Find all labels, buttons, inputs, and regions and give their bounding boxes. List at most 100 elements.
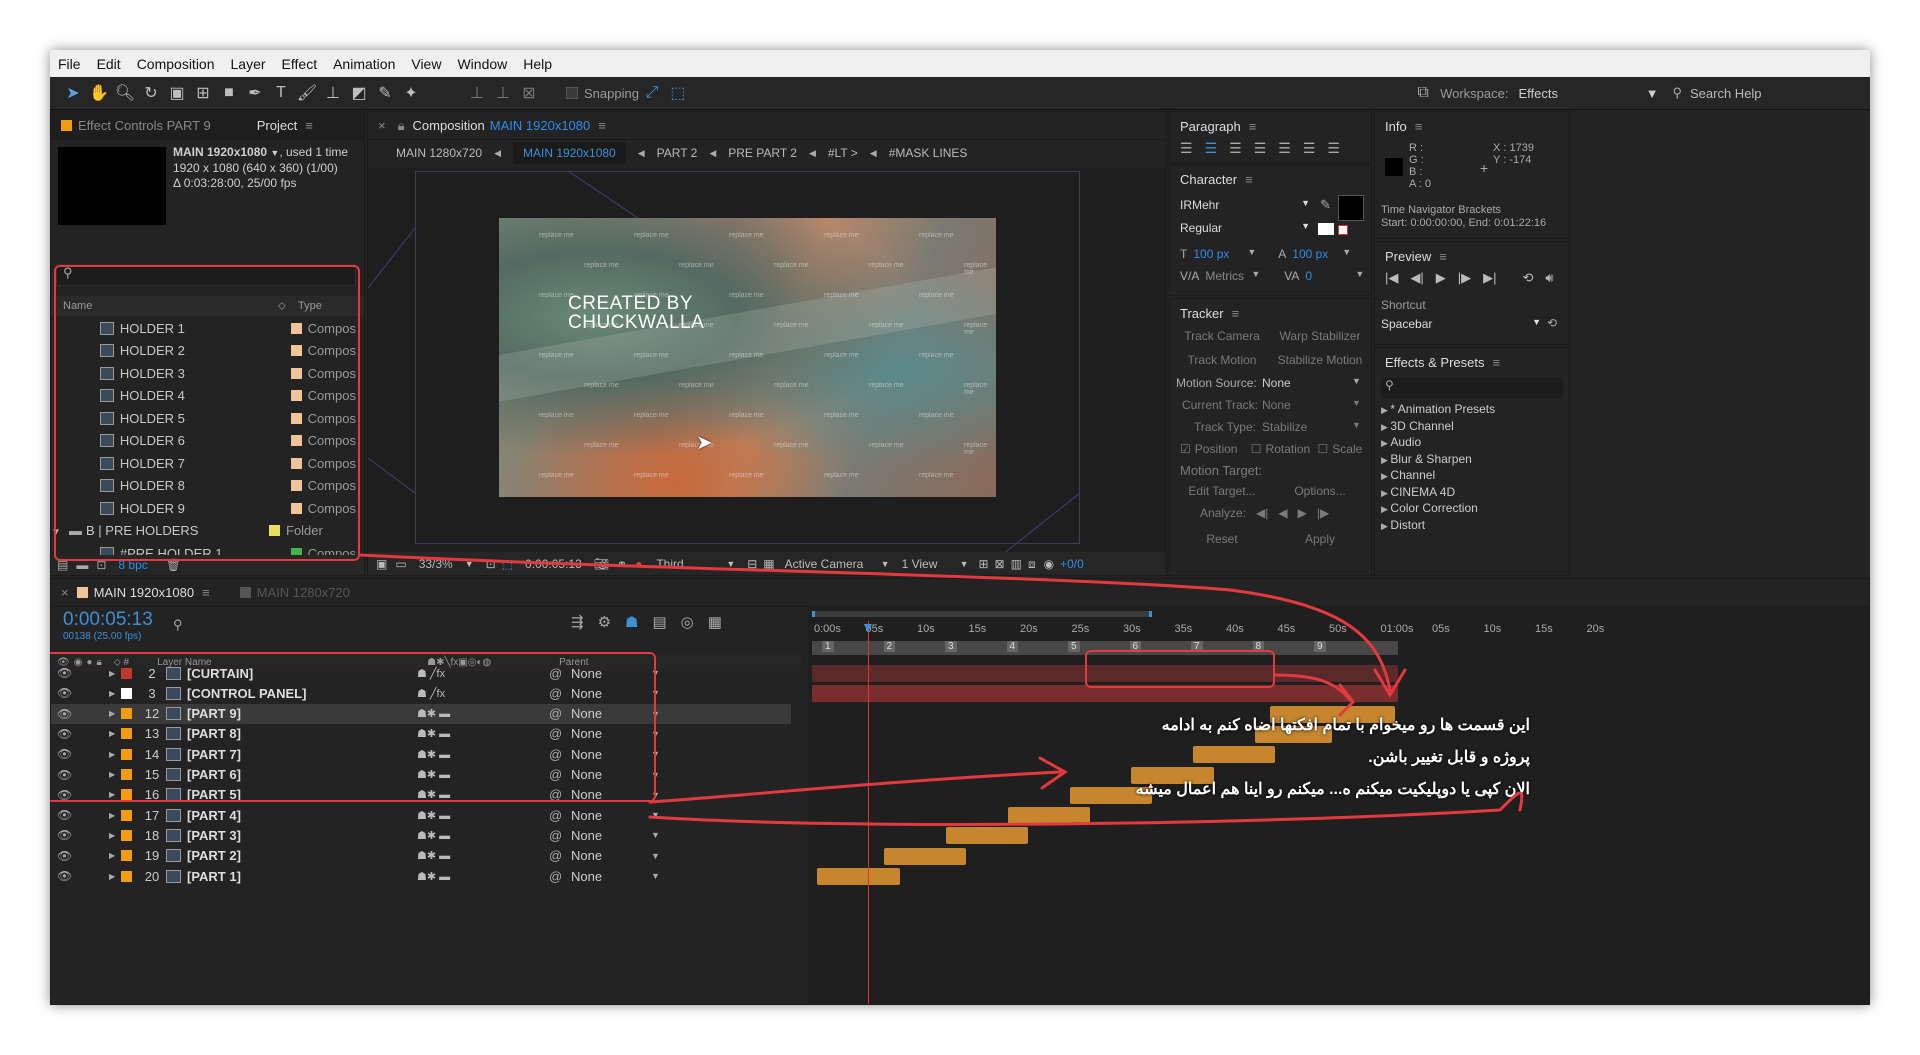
analyze-forward-icon[interactable]: ▶ (1298, 506, 1307, 520)
expand-triangle-icon[interactable]: ▶ (109, 750, 121, 759)
comp-flow-tab[interactable]: PART 2 (657, 146, 698, 160)
expand-triangle-icon[interactable]: ▶ (1381, 504, 1390, 514)
label-color-swatch[interactable] (121, 850, 132, 862)
visibility-eye-icon[interactable]: 👁︎ (57, 727, 109, 741)
close-icon[interactable]: × (61, 585, 69, 600)
stabilize-motion-button[interactable]: Stabilize Motion (1274, 353, 1366, 367)
label-color-swatch[interactable] (291, 367, 302, 379)
analyze-back-frame-icon[interactable]: ◀| (1256, 506, 1268, 520)
label-color-swatch[interactable] (291, 480, 302, 492)
menu-help[interactable]: Help (515, 56, 560, 72)
brush-tool-icon[interactable]: 🖌︎ (294, 80, 320, 106)
justify-last-right-icon[interactable]: ☰ (1303, 140, 1316, 157)
effects-category[interactable]: ▶ CINEMA 4D (1381, 485, 1569, 502)
visibility-eye-icon[interactable]: 👁︎ (57, 828, 109, 842)
expand-triangle-icon[interactable]: ▶ (1381, 422, 1390, 432)
expand-triangle-icon[interactable]: ▶ (109, 872, 121, 881)
roto-brush-tool-icon[interactable]: ✎ (372, 80, 398, 106)
tab-project[interactable]: Project (257, 118, 297, 133)
expand-triangle-icon[interactable]: ▶ (109, 770, 121, 779)
comp-flow-tab[interactable]: #LT > (828, 146, 858, 160)
pickwhip-icon[interactable]: @ (549, 767, 571, 782)
playhead[interactable] (868, 621, 869, 1004)
play-icon[interactable]: ▶ (1436, 270, 1446, 286)
label-color-swatch[interactable] (121, 708, 132, 720)
audio-icon[interactable]: 🔊︎ (1545, 270, 1553, 286)
layer-name[interactable]: [PART 7] (187, 747, 417, 762)
layer-row[interactable]: 👁︎ ▶ 17 [PART 4] ☗✱ ▬ @ None ▼ (51, 805, 791, 825)
parent-select[interactable]: None (571, 666, 651, 681)
project-folder[interactable]: ▼ ▬ B | PRE HOLDERS Folder (51, 520, 356, 543)
analyze-backward-icon[interactable]: ◀ (1278, 506, 1287, 520)
pen-tool-icon[interactable]: ✒ (242, 80, 268, 106)
lock-icon[interactable]: 🔒︎ (398, 118, 405, 134)
justify-last-center-icon[interactable]: ☰ (1278, 140, 1291, 157)
expand-triangle-icon[interactable]: ▶ (109, 709, 121, 718)
time-ruler[interactable]: 0:00s 05s 10s 15s 20s 25s 30s 35s 40s 45s 50s 01:00… (808, 621, 1869, 639)
label-color-swatch[interactable] (121, 748, 132, 760)
prev-frame-icon[interactable]: ◀| (1410, 270, 1423, 286)
layer-name[interactable]: [PART 4] (187, 808, 417, 823)
menu-animation[interactable]: Animation (325, 56, 403, 72)
timeline-tab-2[interactable]: MAIN 1280x720 (257, 585, 350, 600)
layer-row[interactable]: 👁︎ ▶ 13 [PART 8] ☗✱ ▬ @ None ▼ (51, 724, 791, 744)
panel-menu-icon[interactable]: ≡ (1415, 119, 1423, 134)
expand-triangle-icon[interactable]: ▶ (109, 669, 121, 678)
workspace-select[interactable]: Effects ▼ (1518, 86, 1658, 101)
rotation-checkbox[interactable]: ☐ (1251, 442, 1262, 456)
expand-triangle-icon[interactable]: ▶ (109, 689, 121, 698)
visibility-eye-icon[interactable]: 👁︎ (57, 686, 109, 700)
tab-effect-controls[interactable]: Effect Controls PART 9 (78, 118, 211, 133)
label-color-swatch[interactable] (121, 870, 132, 882)
project-search-input[interactable]: ⚲ (56, 264, 356, 286)
expand-triangle-icon[interactable]: ▶ (1381, 455, 1390, 465)
graph-editor-icon[interactable]: ▦ (708, 613, 722, 631)
show-snapshot-icon[interactable]: ⚭ (617, 557, 627, 571)
layer-row[interactable]: 👁︎ ▶ 20 [PART 1] ☗✱ ▬ @ None ▼ (51, 866, 791, 886)
label-color-swatch[interactable] (121, 789, 132, 801)
layer-switches-icon[interactable]: ☗✱ ▬ (417, 870, 549, 883)
panel-menu-icon[interactable]: ≡ (1492, 355, 1500, 370)
new-comp-icon[interactable]: ⊡ (96, 558, 106, 572)
project-item[interactable]: HOLDER 7 Compos (51, 452, 356, 475)
parent-select[interactable]: None (571, 767, 651, 782)
monitor-icon[interactable]: ▭ (395, 557, 406, 571)
scale-checkbox[interactable]: ☐ (1318, 442, 1329, 456)
expand-triangle-icon[interactable]: ▶ (109, 831, 121, 840)
visibility-eye-icon[interactable]: 👁︎ (57, 747, 109, 761)
local-axis-icon[interactable]: ⊥ (464, 80, 490, 106)
parent-select[interactable]: None (571, 747, 651, 762)
shortcut-select[interactable]: Spacebar ▼ (1381, 317, 1541, 331)
expand-triangle-icon[interactable]: ▶ (1381, 405, 1390, 415)
visibility-eye-icon[interactable]: 👁︎ (57, 707, 109, 721)
motion-blur-icon[interactable]: ◎ (681, 613, 694, 631)
label-color-swatch[interactable] (291, 390, 302, 402)
new-folder-icon[interactable]: ▬ (76, 558, 88, 572)
parent-select[interactable]: None (571, 808, 651, 823)
font-size-value[interactable]: 100 px (1193, 247, 1241, 261)
layer-switches-icon[interactable]: ☗ ╱fx (417, 667, 549, 680)
always-preview-icon[interactable]: ▣ (376, 557, 387, 571)
frame-blending-icon[interactable]: ▤ (652, 613, 666, 631)
panel-menu-icon[interactable]: ≡ (1249, 119, 1257, 134)
pickwhip-icon[interactable]: @ (549, 747, 571, 762)
white-swatch[interactable] (1318, 223, 1334, 235)
expand-triangle-icon[interactable]: ▶ (1381, 471, 1390, 481)
visibility-eye-icon[interactable]: 👁︎ (57, 869, 109, 883)
edit-target-button[interactable]: Edit Target... (1176, 484, 1268, 498)
align-right-icon[interactable]: ☰ (1229, 140, 1242, 157)
eyedropper-icon[interactable]: ✎ (1320, 197, 1331, 213)
pickwhip-icon[interactable]: @ (549, 706, 571, 721)
reset-button[interactable]: Reset (1176, 532, 1268, 546)
expand-triangle-icon[interactable]: ▶ (1381, 488, 1390, 498)
layer-switches-icon[interactable]: ☗✱ ▬ (417, 727, 549, 740)
fill-color-swatch[interactable] (1338, 195, 1364, 221)
fast-previews-icon[interactable]: ⊠ (995, 557, 1005, 571)
panel-menu-icon[interactable]: ≡ (1245, 172, 1253, 187)
expand-triangle-icon[interactable]: ▼ (51, 527, 63, 538)
region-icon[interactable]: ⬚ (502, 557, 513, 571)
snapping-checkbox[interactable] (566, 87, 578, 99)
layer-switches-icon[interactable]: ☗ ╱fx (417, 687, 549, 700)
layer-name[interactable]: [CONTROL PANEL] (187, 686, 417, 701)
layer-duration-bar[interactable] (1007, 807, 1091, 825)
